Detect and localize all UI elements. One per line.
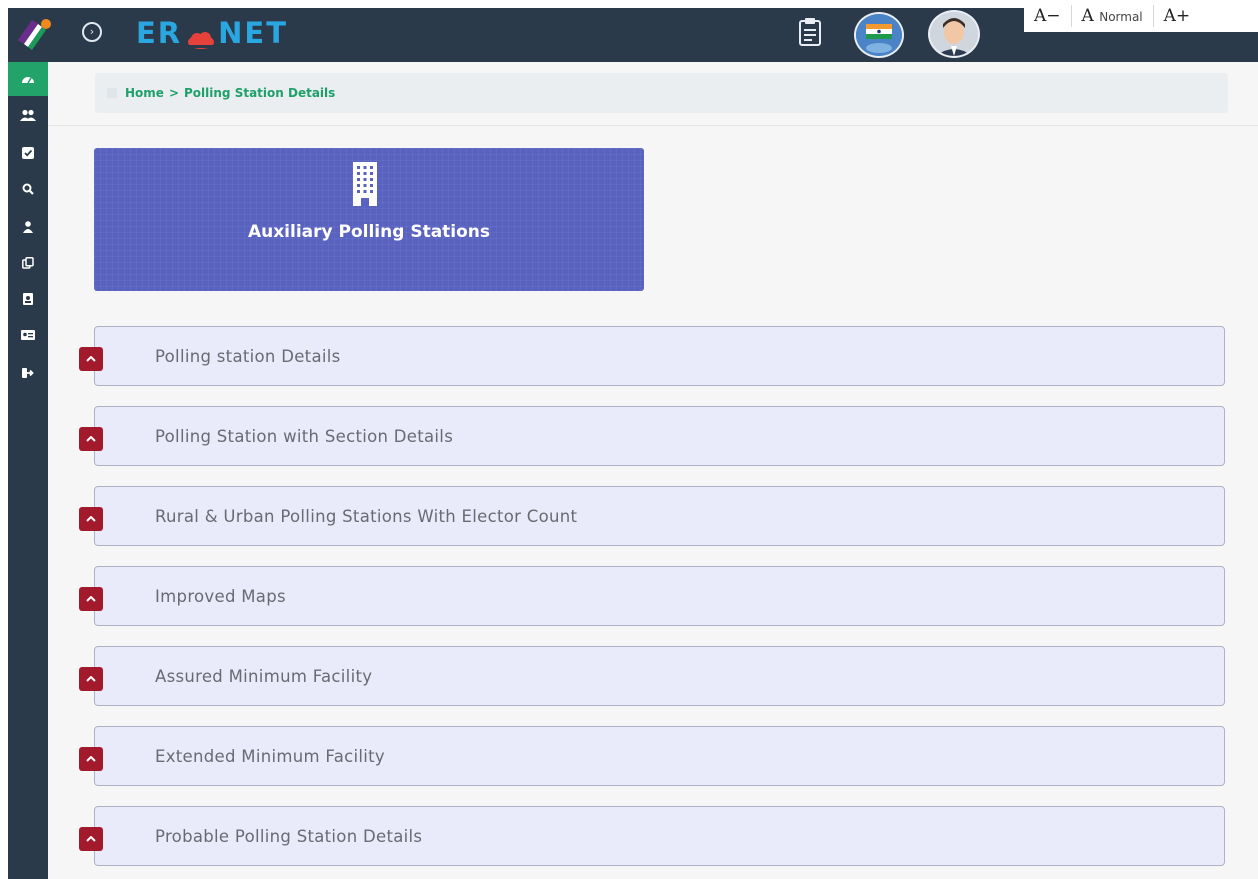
panel-rural-urban-elector-count[interactable]: Rural & Urban Polling Stations With Elec… — [79, 486, 1225, 546]
national-emblem-avatar[interactable] — [854, 12, 904, 58]
auxiliary-polling-stations-tile[interactable]: Auxiliary Polling Stations — [94, 148, 644, 291]
panel-title: Improved Maps — [155, 587, 286, 606]
top-header: › ER NET A− A Normal A+ — [8, 0, 1258, 62]
font-normal-button[interactable]: A Normal — [1072, 5, 1154, 27]
sidebar-item-profile[interactable] — [8, 210, 48, 244]
chevron-up-icon[interactable] — [79, 827, 103, 851]
eronet-brand-logo[interactable]: ER NET — [136, 16, 288, 50]
app-frame: › ER NET A− A Normal A+ Home > Polling S… — [8, 0, 1258, 879]
check-square-icon — [22, 147, 34, 159]
font-size-controls: A− A Normal A+ — [1024, 0, 1258, 32]
chevron-up-icon[interactable] — [79, 507, 103, 531]
sidebar-item-logout[interactable] — [8, 356, 48, 390]
user-icon — [23, 221, 33, 233]
brand-text-left: ER — [136, 16, 183, 50]
font-increase-button[interactable]: A+ — [1154, 5, 1201, 27]
sidebar — [8, 62, 48, 879]
sidebar-item-users[interactable] — [8, 98, 48, 132]
election-logo-icon[interactable] — [12, 12, 54, 58]
id-card-icon — [21, 330, 35, 340]
panel-title: Polling Station with Section Details — [155, 427, 454, 446]
panel-assured-minimum-facility[interactable]: Assured Minimum Facility — [79, 646, 1225, 706]
sidebar-item-id-card[interactable] — [8, 318, 48, 352]
breadcrumb-separator: > — [168, 86, 179, 100]
dashboard-icon — [22, 77, 34, 84]
sidebar-item-copy[interactable] — [8, 246, 48, 280]
chevron-up-icon[interactable] — [79, 347, 103, 371]
breadcrumb-current: Polling Station Details — [184, 86, 336, 100]
chevron-up-icon[interactable] — [79, 747, 103, 771]
copy-icon — [22, 257, 34, 269]
sidebar-item-badge[interactable] — [8, 282, 48, 316]
users-icon — [20, 109, 36, 121]
panel-title: Extended Minimum Facility — [155, 747, 385, 766]
panel-polling-station-details[interactable]: Polling station Details — [79, 326, 1225, 386]
font-normal-label: Normal — [1099, 10, 1143, 24]
chevron-up-icon[interactable] — [79, 587, 103, 611]
sidebar-item-tasks[interactable] — [8, 136, 48, 170]
sidebar-item-search[interactable] — [8, 172, 48, 206]
panel-title: Polling station Details — [155, 347, 341, 366]
font-normal-prefix: A — [1081, 6, 1094, 26]
main-content: Home > Polling Station Details Auxiliary… — [48, 62, 1258, 879]
sign-out-icon — [22, 368, 34, 378]
panel-probable-polling-station-details[interactable]: Probable Polling Station Details — [79, 806, 1225, 866]
divider — [48, 125, 1258, 126]
panel-extended-minimum-facility[interactable]: Extended Minimum Facility — [79, 726, 1225, 786]
brand-cloud-icon — [186, 24, 216, 49]
building-icon — [350, 162, 380, 212]
sidebar-toggle-button[interactable]: › — [82, 22, 102, 42]
panel-title: Assured Minimum Facility — [155, 667, 373, 686]
id-badge-icon — [23, 293, 33, 305]
brand-text-right: NET — [218, 16, 289, 50]
chevron-up-icon[interactable] — [79, 427, 103, 451]
panel-polling-station-section-details[interactable]: Polling Station with Section Details — [79, 406, 1225, 466]
chevron-up-icon[interactable] — [79, 667, 103, 691]
breadcrumb-home-link[interactable]: Home — [125, 86, 164, 100]
clipboard-icon[interactable] — [798, 17, 822, 47]
font-decrease-button[interactable]: A− — [1024, 5, 1072, 27]
sidebar-item-dashboard[interactable] — [8, 62, 48, 96]
breadcrumb-icon — [107, 88, 117, 98]
breadcrumb: Home > Polling Station Details — [95, 73, 1228, 113]
tile-label: Auxiliary Polling Stations — [247, 222, 491, 242]
search-icon — [22, 183, 34, 195]
panel-improved-maps[interactable]: Improved Maps — [79, 566, 1225, 626]
user-avatar[interactable] — [928, 10, 980, 58]
panel-title: Probable Polling Station Details — [155, 827, 423, 846]
panel-title: Rural & Urban Polling Stations With Elec… — [155, 507, 578, 526]
